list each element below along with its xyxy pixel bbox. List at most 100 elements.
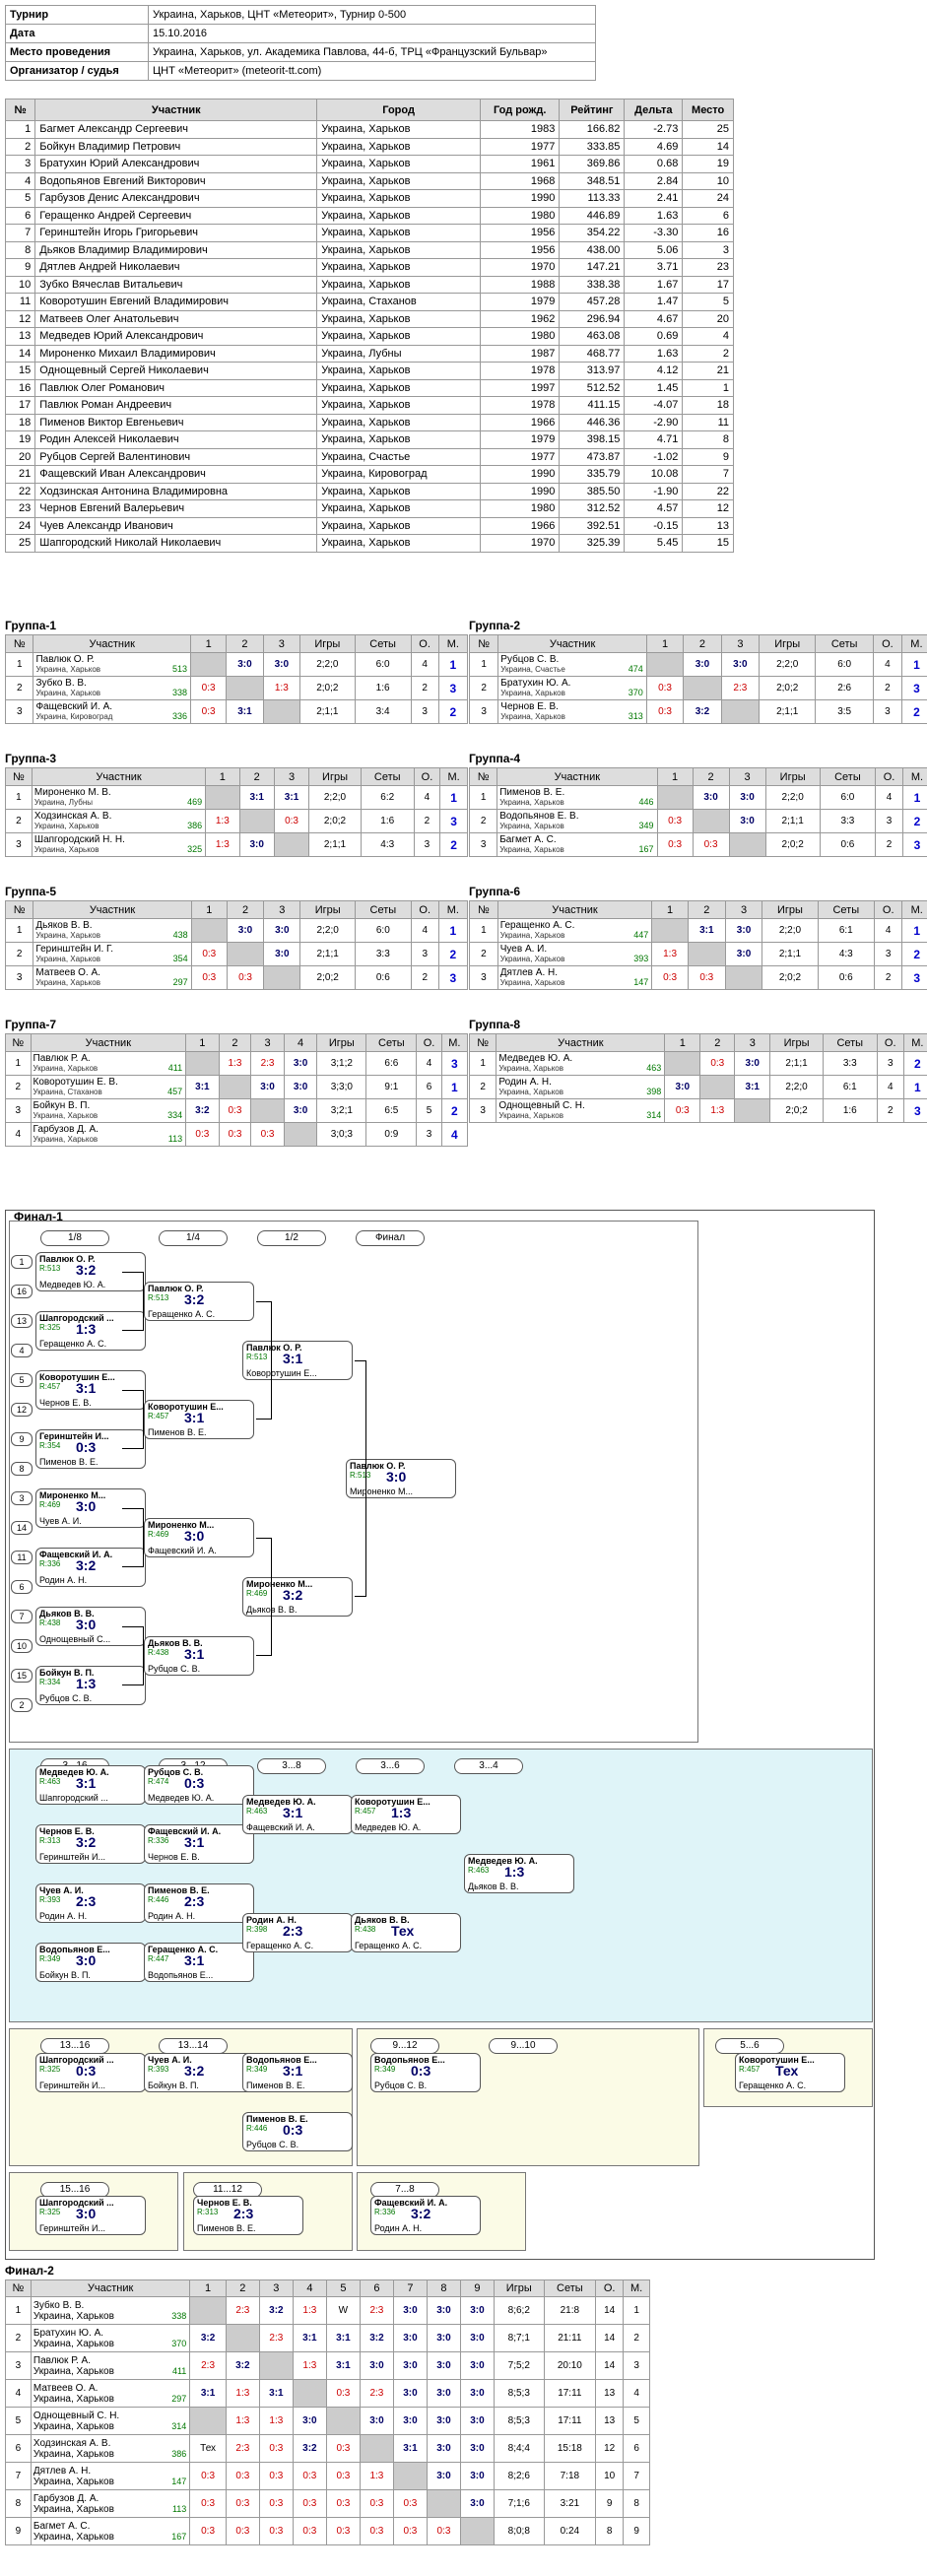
match-player-b: Геращенко А. С. xyxy=(739,2081,807,2090)
group-row: 2 Водопьянов Е. В. Украина, Харьков 349 0:3 3… xyxy=(468,809,927,833)
final2-score: 1:3 xyxy=(292,2296,327,2325)
player-cell: 1977 xyxy=(479,447,561,466)
group-header-cell: Игры xyxy=(759,634,817,653)
player-cell: Украина, Харьков xyxy=(316,378,481,397)
group-score: 0:3 xyxy=(645,699,685,724)
round-header: 3...8 xyxy=(257,1758,326,1774)
group-score: 3:2 xyxy=(185,1098,220,1123)
match-box: Пименов В. Е. R:446 0:3 Рубцов С. В. xyxy=(242,2112,353,2151)
player-cell: -1.02 xyxy=(624,447,684,466)
group-player: Геринштейн И. Г. Украина, Харьков 354 xyxy=(33,942,192,966)
player-cell: 17 xyxy=(682,275,734,294)
group-score xyxy=(238,809,275,833)
group-player-city: Украина, Харьков xyxy=(499,954,565,963)
group-player-city: Украина, Харьков xyxy=(499,844,564,854)
player-row: 12 Матвеев Олег Анатольевич Украина, Харьк… xyxy=(4,309,734,328)
match-player-b: Пименов В. Е. xyxy=(197,2223,256,2233)
group-header-cell: М. xyxy=(437,900,469,919)
final2-stat: 14 xyxy=(595,2324,625,2352)
final2-score: 2:3 xyxy=(225,2296,260,2325)
group-score xyxy=(190,918,228,943)
group-stat: 3:4 xyxy=(354,699,412,724)
player-row: 25 Шапгородский Николай Николаевич Украина… xyxy=(4,534,734,553)
group-player-city: Украина, Харьков xyxy=(33,844,99,854)
group-player: Багмет А. С. Украина, Харьков 167 xyxy=(497,832,658,857)
group-header-cell: О. xyxy=(410,900,439,919)
player-cell: 1970 xyxy=(479,258,561,277)
player-cell: Украина, Харьков xyxy=(316,137,481,156)
group-row: 3 Багмет А. С. Украина, Харьков 167 0:3 0:3 2;… xyxy=(468,832,927,857)
match-player-b: Медведев Ю. А. xyxy=(39,1280,106,1289)
final2-stat: 14 xyxy=(595,2296,625,2325)
player-cell: 1990 xyxy=(479,465,561,484)
group-row-number: 2 xyxy=(4,676,34,700)
group-header-cell: № xyxy=(4,634,34,653)
player-row: 17 Павлюк Роман Андреевич Украина, Харьков… xyxy=(4,396,734,415)
group-player-name: Павлюк Р. А. xyxy=(33,1052,91,1064)
group-score xyxy=(645,652,685,677)
group-header-cell: 2 xyxy=(226,634,264,653)
final2-score: 3:1 xyxy=(325,2324,361,2352)
group-header-cell: 2 xyxy=(687,900,726,919)
group-player-rating: 513 xyxy=(171,664,187,674)
group-stat: 2 xyxy=(437,699,469,724)
bracket-line xyxy=(122,1508,144,1567)
group-player: Матвеев О. А. Украина, Харьков 297 xyxy=(33,965,192,990)
final2-player-name: Ходзинская А. В. xyxy=(33,2437,111,2449)
player-cell: 11 xyxy=(682,413,734,431)
match-player-b: Геращенко А. С. xyxy=(355,1941,423,1950)
player-cell: Украина, Счастье xyxy=(316,447,481,466)
group-header-cell: 2 xyxy=(218,1033,252,1052)
group-player-rating: 386 xyxy=(187,821,203,830)
group-row: 1 Пименов В. Е. Украина, Харьков 446 3:0 3:0 2… xyxy=(468,785,927,810)
player-cell: 16 xyxy=(682,224,734,242)
final2-player-name: Гарбузов Д. А. xyxy=(33,2492,99,2504)
group-score xyxy=(262,699,301,724)
final2-row-number: 1 xyxy=(5,2296,32,2325)
group-score: 3:0 xyxy=(238,832,275,857)
group-stat: 1:6 xyxy=(360,809,415,833)
player-cell: -3.30 xyxy=(624,224,684,242)
final2-score xyxy=(189,2407,227,2435)
player-cell: Коворотушин Евгений Владимирович xyxy=(34,293,318,311)
group-score: 3:0 xyxy=(724,918,763,943)
player-cell: Геринштейн Игорь Григорьевич xyxy=(34,224,318,242)
group-row: 1 Медведев Ю. А. Украина, Харьков 463 0:3 3:0… xyxy=(468,1051,927,1076)
group-title: Группа-7 xyxy=(5,1018,57,1031)
group-player-name: Геринштейн И. Г. xyxy=(35,943,114,955)
match-player-b: Геринштейн И... xyxy=(39,2223,105,2233)
match-score: 0:3 xyxy=(76,1439,97,1455)
player-cell: 10.08 xyxy=(624,465,684,484)
group-score: 0:3 xyxy=(664,1098,701,1123)
group-stat: 4 xyxy=(874,918,903,943)
seed-badge: 5 xyxy=(11,1373,33,1387)
group-stat: 4:3 xyxy=(817,942,876,966)
group-stat: 3:3 xyxy=(819,809,877,833)
group-score xyxy=(699,1075,736,1099)
player-cell: Украина, Харьков xyxy=(316,499,481,518)
player-cell: Пименов Виктор Евгеньевич xyxy=(34,413,318,431)
final2-player: Багмет А. С. Украина, Харьков 167 xyxy=(30,2517,191,2545)
group-header-cell: М. xyxy=(440,1033,469,1052)
group-header-cell: 2 xyxy=(699,1033,736,1052)
group-score: 0:3 xyxy=(189,676,228,700)
final2-player-name: Братухин Ю. А. xyxy=(33,2327,104,2339)
group-stat: 2;1;1 xyxy=(759,699,817,724)
player-cell: 2 xyxy=(4,137,36,156)
group-stat: 3 xyxy=(410,699,439,724)
group-stat: 2 xyxy=(901,942,927,966)
tournament-info: Турнир Украина, Харьков, ЦНТ «Метеорит», … xyxy=(5,5,596,81)
final2-score: 3:0 xyxy=(426,2434,461,2463)
player-cell: 1956 xyxy=(479,224,561,242)
final2-score: 3:0 xyxy=(459,2324,495,2352)
player-cell: 1990 xyxy=(479,189,561,208)
match-player-b: Рубцов С. В. xyxy=(148,1664,201,1674)
final2-stat: 21:8 xyxy=(543,2296,597,2325)
final2-score: 3:0 xyxy=(359,2407,394,2435)
final2-player: Матвеев О. А. Украина, Харьков 297 xyxy=(30,2379,191,2408)
match-player-b: Шапгородский ... xyxy=(39,1793,108,1803)
player-cell: 333.85 xyxy=(559,137,626,156)
match-box: Родин А. Н. R:398 2:3 Геращенко А. С. xyxy=(242,1913,353,1952)
final2-score: 3:0 xyxy=(459,2379,495,2408)
group-player-rating: 325 xyxy=(187,844,203,854)
